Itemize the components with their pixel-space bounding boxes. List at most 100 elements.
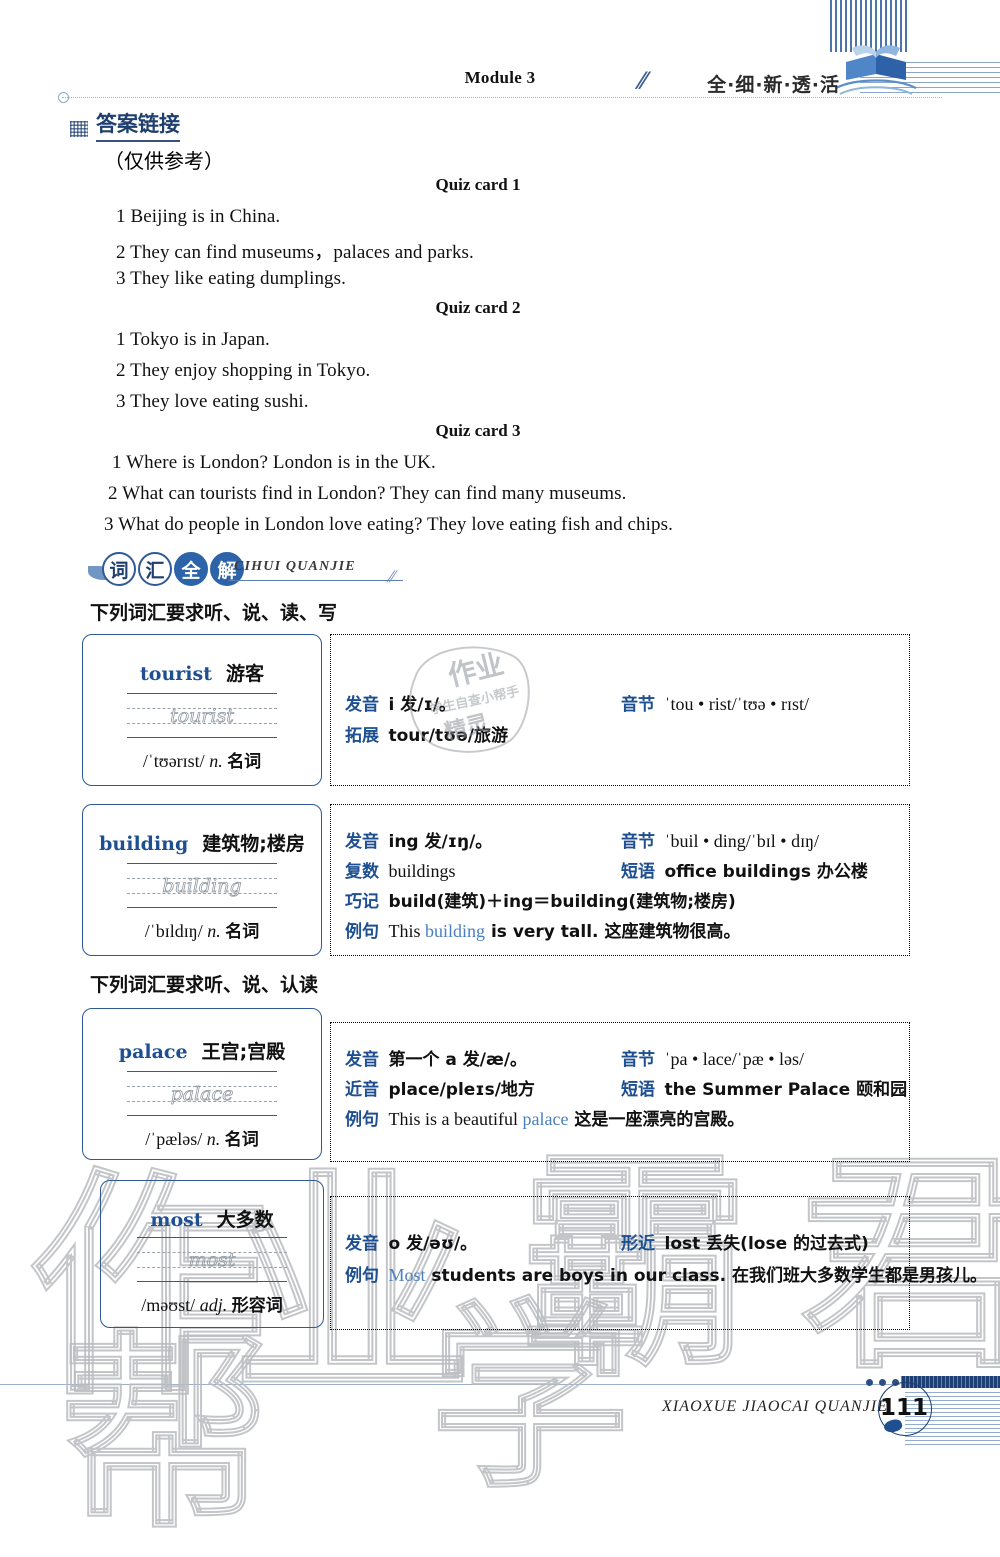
example-row: 例句 Most students are boys in our class. … bbox=[345, 1261, 987, 1286]
detail-label: 音节 bbox=[621, 832, 655, 852]
word-meaning: 建筑物;楼房 bbox=[202, 833, 305, 855]
detail-label: 巧记 bbox=[345, 892, 379, 912]
answer-line: 1 Tokyo is in Japan. bbox=[116, 329, 270, 350]
word-phonetics: /ˈbɪldɪŋ/ n. 名词 bbox=[83, 917, 321, 942]
detail-label: 音节 bbox=[621, 695, 655, 715]
detail-text: build(建筑)＋ing＝building(建筑物;楼房) bbox=[388, 892, 736, 912]
detail-label: 发音 bbox=[345, 1234, 379, 1254]
header-rule bbox=[62, 97, 942, 98]
word-pos: n. bbox=[209, 751, 223, 771]
word-pos: n. bbox=[206, 1129, 221, 1149]
word-term: palace bbox=[118, 1041, 188, 1063]
word-card-heading: building 建筑物;楼房 bbox=[83, 829, 321, 856]
word-card-heading: most 大多数 bbox=[101, 1205, 323, 1232]
page-number: 111 bbox=[879, 1395, 928, 1421]
answer-line: 1 Beijing is in China. bbox=[116, 206, 281, 227]
quiz-card-title: Quiz card 2 bbox=[435, 298, 521, 317]
watermark-char: 帮 bbox=[59, 1312, 271, 1557]
word-card-heading: palace 王宫;宫殿 bbox=[83, 1037, 321, 1064]
vocab-banner-char: 词 bbox=[102, 552, 136, 586]
detail-label: 复数 bbox=[345, 862, 379, 882]
word-detail-panel: 发音 ing 发/ɪŋ/。 复数 buildings 音节 ˈbuil • di… bbox=[330, 804, 910, 956]
word-pos: n. bbox=[207, 921, 221, 941]
answer-line: 1 Where is London? London is in the UK. bbox=[112, 452, 436, 473]
detail-label: 形近 bbox=[621, 1234, 655, 1254]
detail-row: 短语 office buildings 办公楼 bbox=[621, 857, 868, 882]
detail-label: 例句 bbox=[345, 1266, 379, 1286]
handwriting-practice-lines: tourist bbox=[127, 693, 277, 739]
vocab-subsection-label: 下列词汇要求听、说、认读 bbox=[90, 974, 319, 996]
detail-text: ˈbuil • ding/ˈbɪl • dɪŋ/ bbox=[664, 831, 820, 851]
detail-text: ˈpa • lace/ˈpæ • ləs/ bbox=[664, 1049, 805, 1069]
word-card: tourist 游客 tourist /ˈtʊərɪst/ n. 名词 bbox=[82, 634, 322, 786]
detail-row: 形近 lost 丢失(lose 的过去式) bbox=[621, 1229, 869, 1254]
footer-rule bbox=[0, 1384, 900, 1385]
detail-text: lost 丢失(lose 的过去式) bbox=[664, 1234, 869, 1254]
handwriting-trace: building bbox=[162, 875, 242, 898]
example-post: students are boys in our class. 在我们班大多数学… bbox=[425, 1266, 987, 1286]
answers-section-header: 答案链接 bbox=[70, 108, 180, 142]
detail-row: 发音 第一个 a 发/æ/。 bbox=[345, 1045, 527, 1070]
detail-row: 复数 buildings bbox=[345, 857, 456, 882]
word-card-heading: tourist 游客 bbox=[83, 659, 321, 686]
word-card: most 大多数 most /məʊst/ adj. 形容词 bbox=[100, 1180, 324, 1328]
svg-text:作业: 作业 bbox=[445, 647, 507, 693]
footer-series-name: XIAOXUE JIAOCAI QUANJIE bbox=[662, 1398, 889, 1415]
word-meaning: 游客 bbox=[225, 663, 264, 685]
answers-note: （仅供参考） bbox=[104, 149, 224, 173]
detail-row: 近音 place/pleɪs/地方 bbox=[345, 1075, 535, 1100]
detail-text: 第一个 a 发/æ/。 bbox=[388, 1050, 528, 1070]
detail-label: 短语 bbox=[621, 1080, 655, 1100]
word-card: building 建筑物;楼房 building /ˈbɪldɪŋ/ n. 名词 bbox=[82, 804, 322, 956]
handwriting-trace: most bbox=[188, 1249, 236, 1272]
word-phonetics: /ˈpæləs/ n. 名词 bbox=[83, 1125, 321, 1150]
example-highlight: palace bbox=[522, 1109, 569, 1129]
detail-row: 巧记 build(建筑)＋ing＝building(建筑物;楼房) bbox=[345, 887, 736, 912]
word-phonetics: /məʊst/ adj. 形容词 bbox=[101, 1291, 323, 1316]
example-row: 例句 This building is very tall. 这座建筑物很高。 bbox=[345, 917, 740, 942]
detail-text: office buildings 办公楼 bbox=[664, 862, 868, 882]
example-pre: This is a beautiful bbox=[388, 1109, 523, 1129]
word-pos-cn: 形容词 bbox=[231, 1296, 283, 1316]
example-row: 例句 This is a beautiful palace 这是一座漂亮的宫殿。 bbox=[345, 1105, 744, 1130]
detail-label: 发音 bbox=[345, 695, 379, 715]
watermark-char: 学 bbox=[429, 1283, 631, 1516]
word-ipa: /ˈtʊərɪst/ bbox=[142, 751, 205, 771]
handwriting-trace: palace bbox=[170, 1083, 234, 1106]
answer-line: 2 They can find museums，palaces and park… bbox=[116, 242, 474, 263]
detail-row: 发音 ing 发/ɪŋ/。 bbox=[345, 827, 492, 852]
detail-row: 音节 ˈbuil • ding/ˈbɪl • dɪŋ/ bbox=[621, 827, 819, 852]
detail-row: 发音 o 发/əʊ/。 bbox=[345, 1229, 477, 1254]
detail-row: 音节 ˈpa • lace/ˈpæ • ləs/ bbox=[621, 1045, 804, 1070]
detail-label: 近音 bbox=[345, 1080, 379, 1100]
vocab-banner-tail-icon: ⫽ bbox=[385, 569, 399, 586]
word-ipa: /ˈpæləs/ bbox=[145, 1129, 203, 1149]
word-term: tourist bbox=[140, 663, 212, 685]
quiz-card-title: Quiz card 1 bbox=[435, 175, 521, 194]
example-highlight: building bbox=[425, 921, 486, 941]
word-detail-panel: 发音 o 发/əʊ/。 形近 lost 丢失(lose 的过去式) 例句 Mos… bbox=[330, 1196, 987, 1330]
handwriting-trace: tourist bbox=[170, 705, 235, 728]
word-ipa: /ˈbɪldɪŋ/ bbox=[144, 921, 203, 941]
handwriting-practice-lines: most bbox=[137, 1237, 287, 1283]
detail-text: o 发/əʊ/。 bbox=[388, 1234, 478, 1254]
example-pre: This bbox=[388, 921, 426, 941]
vocab-banner-char: 汇 bbox=[138, 552, 172, 586]
textbook-page: 作 业 霸 君 帮 学 ⫽ 全·细·新·透·活 Module 3 答案链接 （仅… bbox=[0, 0, 1000, 1541]
word-phonetics: /ˈtʊərɪst/ n. 名词 bbox=[83, 747, 321, 772]
word-pos-cn: 名词 bbox=[227, 752, 262, 772]
handwriting-practice-lines: building bbox=[127, 863, 277, 909]
vocab-banner-char: 全 bbox=[174, 552, 208, 586]
answer-line: 3 They like eating dumplings. bbox=[116, 268, 346, 289]
word-meaning: 王宫;宫殿 bbox=[201, 1041, 286, 1063]
word-detail-panel: 发音 第一个 a 发/æ/。 近音 place/pleɪs/地方 音节 ˈpa … bbox=[330, 1022, 910, 1162]
vocab-banner-underline bbox=[228, 580, 403, 581]
word-meaning: 大多数 bbox=[216, 1209, 274, 1231]
vocab-subsection-label: 下列词汇要求听、说、读、写 bbox=[90, 602, 338, 624]
detail-text: buildings bbox=[388, 861, 456, 881]
detail-row: 短语 the Summer Palace 颐和园 bbox=[621, 1075, 907, 1100]
answer-line: 3 They love eating sushi. bbox=[116, 391, 309, 412]
example-post: is very tall. 这座建筑物很高。 bbox=[485, 922, 741, 942]
vocab-section-banner: 词 汇 全 解 CIHUI QUANJIE ⫽ bbox=[88, 552, 418, 586]
example-post: 这是一座漂亮的宫殿。 bbox=[568, 1110, 745, 1130]
